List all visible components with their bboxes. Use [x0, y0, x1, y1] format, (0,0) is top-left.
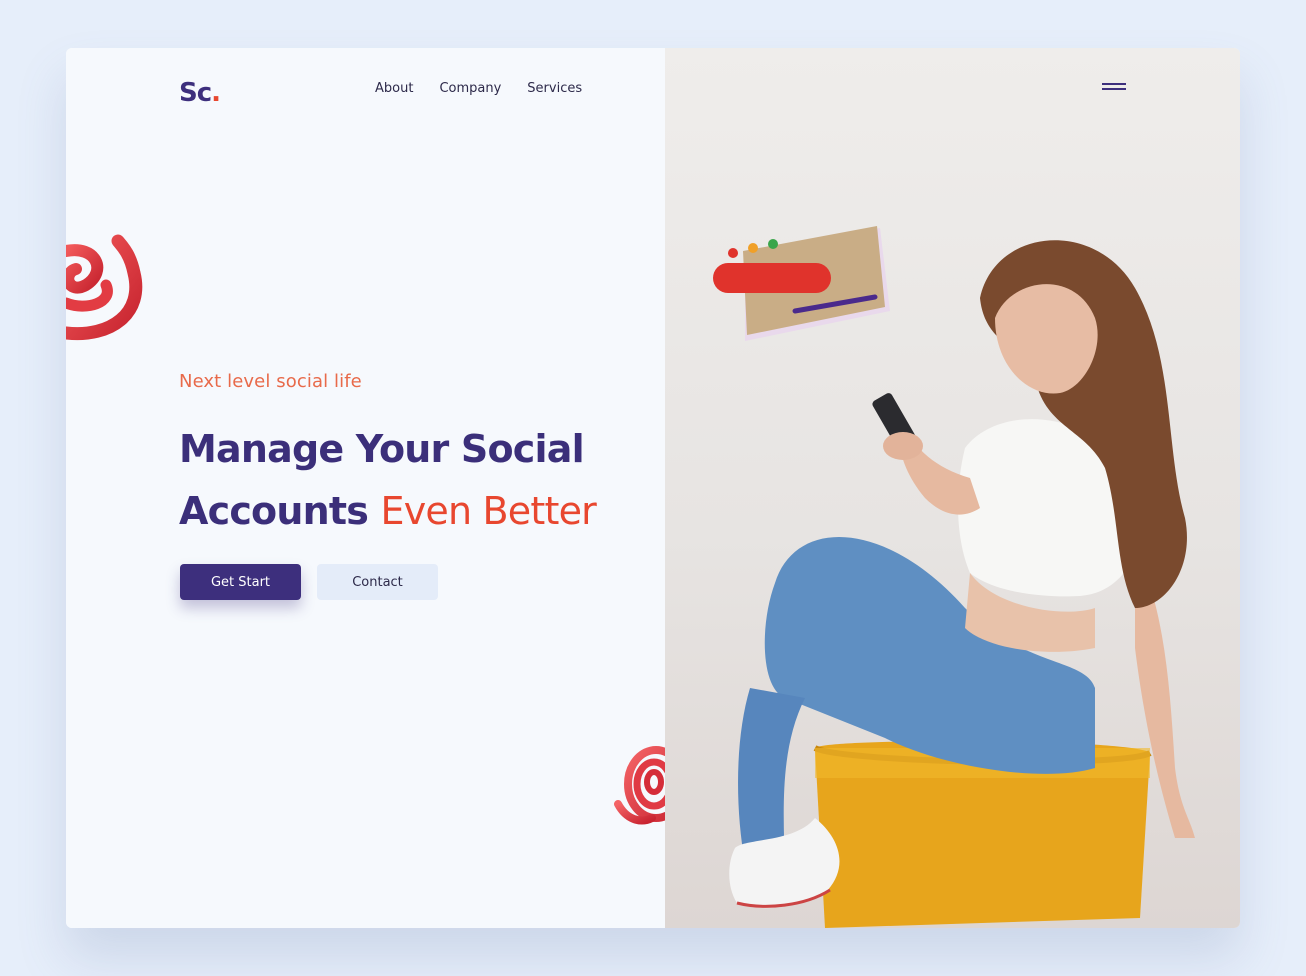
nav-item-services[interactable]: Services — [527, 81, 582, 96]
logo[interactable]: Sc. — [179, 78, 221, 108]
landing-card: Sc. About Company Services Next level so… — [66, 48, 1240, 928]
get-start-button[interactable]: Get Start — [180, 564, 301, 600]
main-nav: About Company Services — [375, 81, 582, 96]
contact-button[interactable]: Contact — [317, 564, 438, 600]
spiral-decoration-top — [66, 234, 143, 341]
headline-line2-accent: Even Better — [380, 489, 597, 533]
hero-image-panel — [665, 48, 1240, 928]
nav-item-company[interactable]: Company — [439, 81, 501, 96]
hero-headline: Manage Your Social Accounts Even Better — [179, 418, 659, 542]
hero-tagline: Next level social life — [179, 371, 362, 392]
logo-dot: . — [211, 78, 221, 108]
hero-left-panel: Sc. About Company Services Next level so… — [66, 48, 688, 928]
woman-with-phone-image — [729, 240, 1195, 928]
headline-line1: Manage Your Social — [179, 427, 585, 471]
nav-item-about[interactable]: About — [375, 81, 413, 96]
headline-line2-main: Accounts — [179, 489, 369, 533]
logo-text: Sc — [179, 78, 212, 108]
